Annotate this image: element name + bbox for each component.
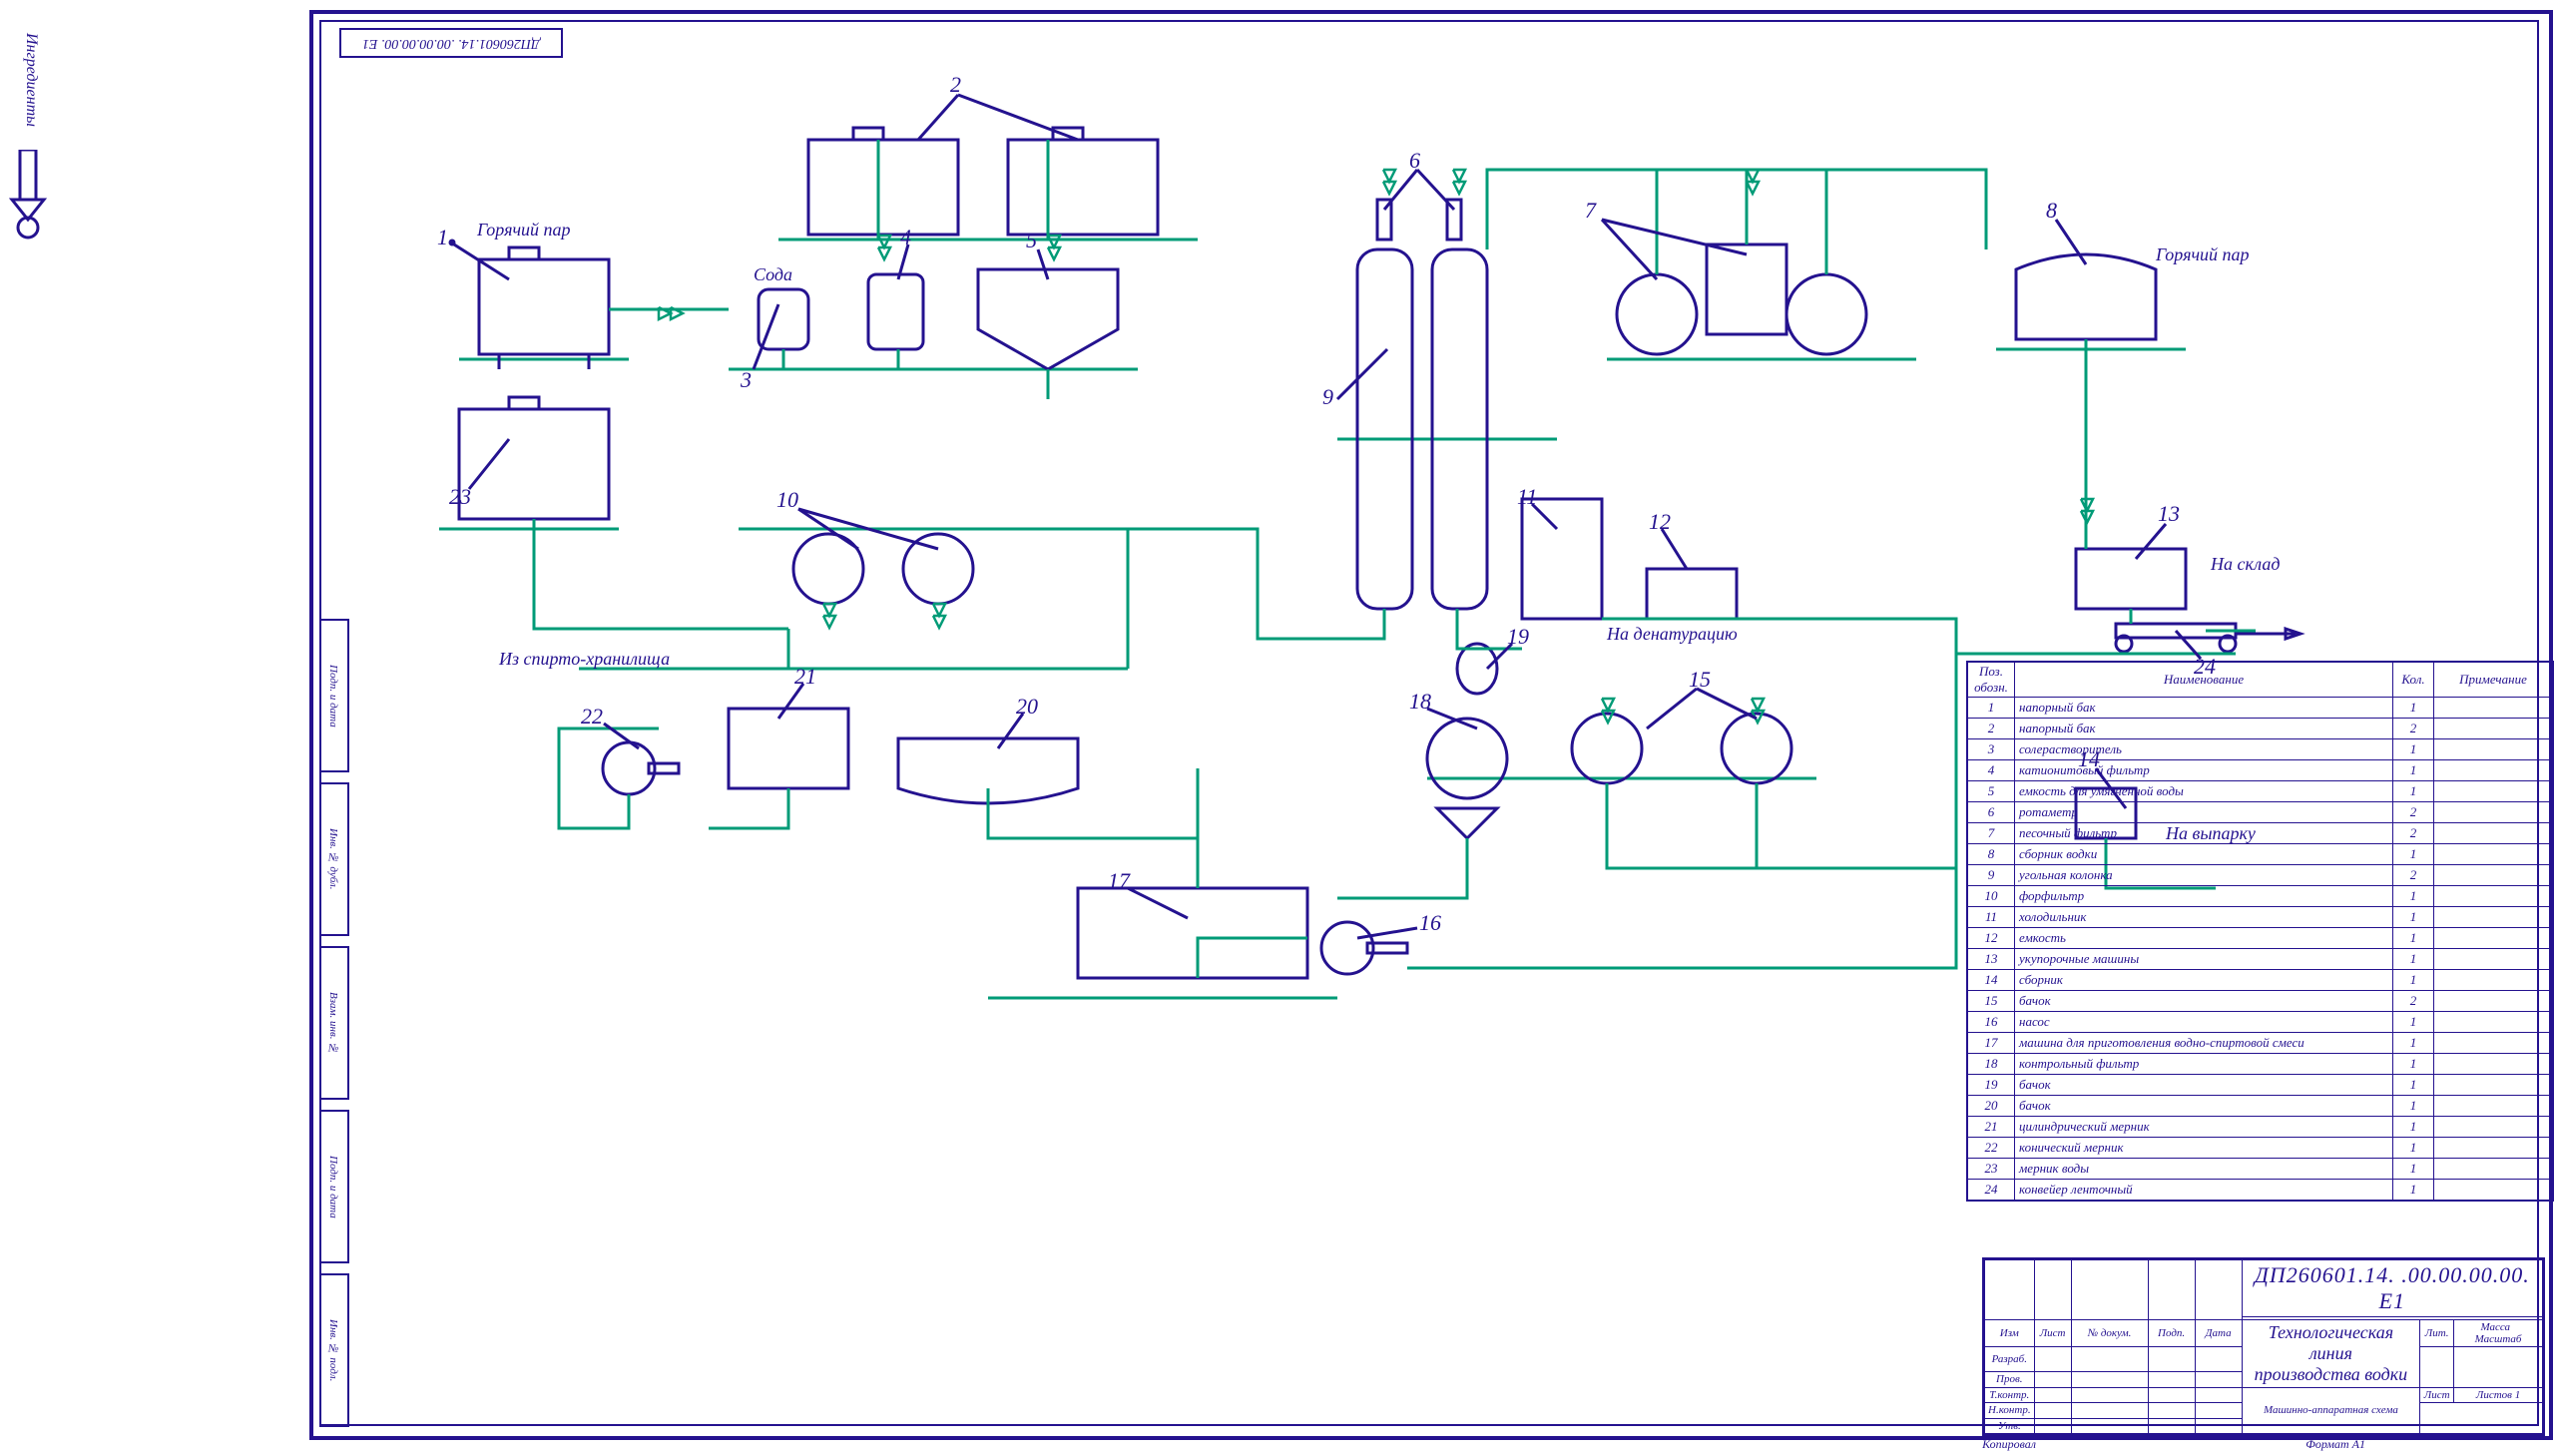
note-storage: Из спирто-хранилища [499, 649, 670, 670]
tb-subtype: Машинно-аппаратная схема [2242, 1387, 2420, 1433]
callout-13: 13 [2158, 501, 2180, 527]
callout-6: 6 [1409, 148, 1420, 174]
tb-title1: Технологическая линия [2269, 1322, 2393, 1363]
callout-23: 23 [449, 484, 471, 510]
callout-21: 21 [794, 664, 816, 690]
callout-1: 1 [437, 225, 448, 250]
parts-table: Поз. обозн. Наименование Кол. Примечание… [1966, 661, 2554, 1202]
tb-h-date: Дата [2195, 1319, 2242, 1347]
tb-appr: Утв. [1985, 1418, 2035, 1434]
table-row: 17машина для приготовления водно-спиртов… [1967, 1033, 2553, 1054]
table-row: 1напорный бак1 [1967, 698, 2553, 719]
callout-9: 9 [1322, 384, 1333, 410]
callout-11: 11 [1517, 484, 1537, 510]
tb-h-list: Лист [2034, 1319, 2071, 1347]
callout-20: 20 [1016, 694, 1038, 720]
callout-16: 16 [1419, 910, 1441, 936]
footer-copied: Копировал [1982, 1437, 2036, 1452]
callout-15: 15 [1689, 667, 1711, 693]
side-tab: Подп. и дата [319, 619, 349, 772]
table-row: 10форфильтр1 [1967, 886, 2553, 907]
side-tab: Инв. № подл. [319, 1273, 349, 1427]
tb-mass: Масса [2481, 1321, 2511, 1333]
table-row: 23мерник воды1 [1967, 1159, 2553, 1180]
callout-19: 19 [1507, 624, 1529, 650]
tb-scale: Масштаб [2475, 1333, 2522, 1345]
callout-8: 8 [2046, 198, 2057, 224]
table-row: 15бачок2 [1967, 991, 2553, 1012]
table-row: 19бачок1 [1967, 1075, 2553, 1096]
table-row: 16насос1 [1967, 1012, 2553, 1033]
table-row: 11холодильник1 [1967, 907, 2553, 928]
note-steam-r: Горячий пар [2156, 244, 2250, 265]
stamp-reverse: ДП260601.14. .00.00.00.00. Е1 [339, 28, 563, 58]
table-row: 18контрольный фильтр1 [1967, 1054, 2553, 1075]
callout-5: 5 [1026, 228, 1037, 253]
callout-22: 22 [581, 704, 603, 729]
table-row: 3солерастворитель1 [1967, 739, 2553, 760]
tb-sheet: Лист [2424, 1389, 2450, 1401]
tb-h-izm: Изм [1985, 1319, 2035, 1347]
tb-title2: производства водки [2255, 1364, 2408, 1384]
tb-h-sign: Подп. [2148, 1319, 2195, 1347]
table-row: 5емкость для умягченной воды1 [1967, 781, 2553, 802]
tb-ncontr: Н.контр. [1985, 1403, 2035, 1418]
footer-format: Формат А1 [2305, 1437, 2365, 1452]
ingredients-label: Ингредиенты [14, 10, 40, 150]
tb-tcontr: Т.контр. [1985, 1387, 2035, 1402]
tb-code: ДП260601.14. .00.00.00.00. Е1 [2242, 1260, 2542, 1317]
table-row: 14сборник1 [1967, 970, 2553, 991]
table-row: 12емкость1 [1967, 928, 2553, 949]
th-pos: Поз. обозн. [1967, 662, 2015, 698]
callout-18: 18 [1409, 689, 1431, 715]
note-soda: Сода [754, 264, 792, 285]
table-row: 6ротаметр2 [1967, 802, 2553, 823]
th-note: Примечание [2434, 662, 2554, 698]
tb-check: Пров. [1985, 1372, 2035, 1387]
side-tab: Инв. № дубл. [319, 782, 349, 936]
callout-12: 12 [1649, 509, 1671, 535]
tb-sheets: Листов [2476, 1389, 2512, 1401]
callout-3: 3 [741, 367, 752, 393]
side-tab: Подп. и дата [319, 1110, 349, 1263]
table-row: 20бачок1 [1967, 1096, 2553, 1117]
side-tabs: Подп. и дата Инв. № дубл. Взам. инв. № П… [319, 619, 347, 1417]
table-row: 7песочный фильтр2 [1967, 823, 2553, 844]
table-row: 9угольная колонка2 [1967, 865, 2553, 886]
note-warehouse: На склад [2211, 554, 2280, 575]
callout-7: 7 [1585, 198, 1596, 224]
table-row: 2напорный бак2 [1967, 719, 2553, 739]
note-steam-l: Горячий пар [477, 220, 571, 241]
tb-h-doc: № докум. [2071, 1319, 2148, 1347]
th-name: Наименование [2015, 662, 2393, 698]
tb-dev: Разраб. [1985, 1347, 2035, 1372]
table-row: 21цилиндрический мерник1 [1967, 1117, 2553, 1138]
table-row: 8сборник водки1 [1967, 844, 2553, 865]
callout-17: 17 [1108, 868, 1130, 894]
tb-sheets-val: 1 [2515, 1389, 2521, 1401]
side-tab: Взам. инв. № [319, 946, 349, 1100]
tb-lit: Лит. [2420, 1319, 2454, 1347]
table-row: 4катионитовый фильтр1 [1967, 760, 2553, 781]
table-row: 22конический мерник1 [1967, 1138, 2553, 1159]
callout-4: 4 [900, 225, 911, 250]
th-qty: Кол. [2393, 662, 2434, 698]
title-block: ДП260601.14. .00.00.00.00. Е1 Изм Лист №… [1982, 1257, 2545, 1436]
callout-10: 10 [776, 487, 798, 513]
note-denat: На денатурацию [1607, 624, 1738, 645]
callout-2: 2 [950, 72, 961, 98]
table-row: 24конвейер ленточный1 [1967, 1180, 2553, 1202]
table-row: 13укупорочные машины1 [1967, 949, 2553, 970]
